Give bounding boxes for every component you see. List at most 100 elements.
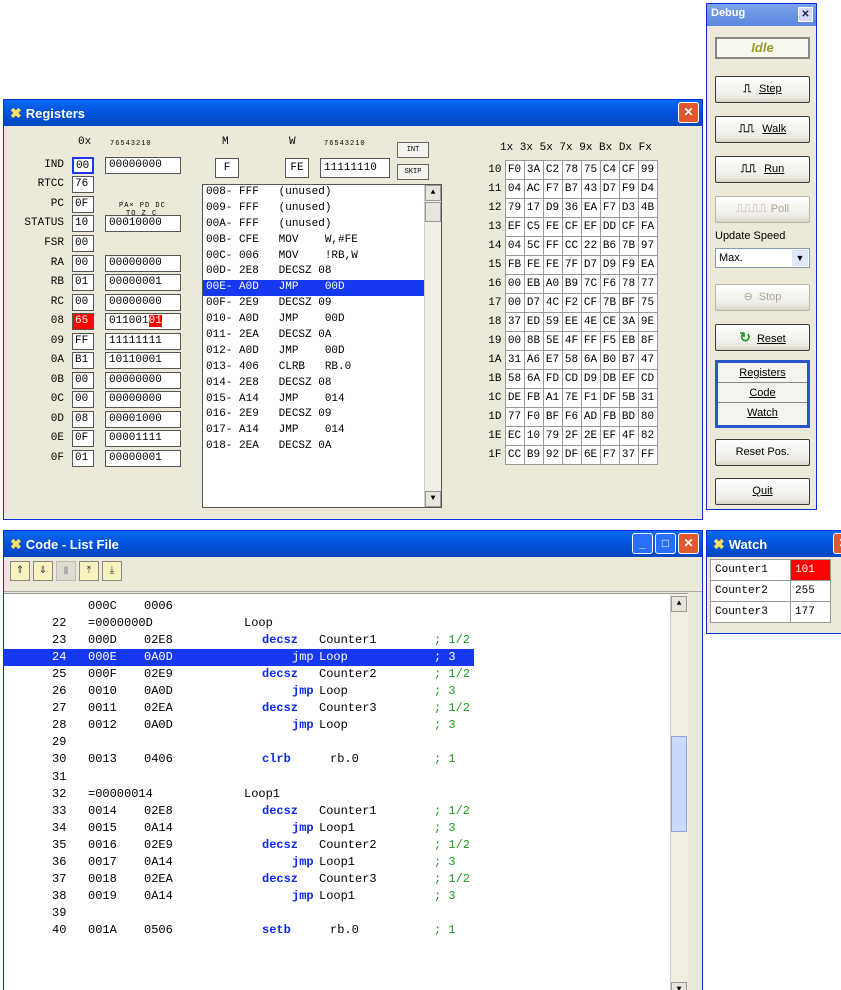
hex-cell[interactable]: EB [523, 274, 544, 294]
register-bits-field[interactable]: 00000001 [105, 450, 181, 467]
code-line[interactable]: 015- A14 JMP 014 [203, 392, 441, 408]
hex-cell[interactable]: FE [523, 255, 544, 275]
register-bits-field[interactable]: 11111111 [105, 333, 181, 350]
reset-button[interactable]: ↻ Reset [715, 324, 810, 351]
hex-cell[interactable]: F5 [599, 331, 620, 351]
hex-cell[interactable]: EE [561, 312, 582, 332]
w-bits-field[interactable]: 11111110 [320, 158, 390, 178]
code-line[interactable]: 00E- A0D JMP 00D [203, 280, 441, 297]
hex-cell[interactable]: 78 [561, 160, 582, 180]
hex-cell[interactable]: 4F [618, 426, 639, 446]
hex-cell[interactable]: 4C [542, 293, 563, 313]
hex-cell[interactable]: D7 [523, 293, 544, 313]
hex-cell[interactable]: BF [618, 293, 639, 313]
hex-cell[interactable]: F0 [504, 160, 525, 180]
code-scrollbar[interactable]: ▲ ▼ [424, 185, 441, 507]
register-bits-field[interactable]: 00000000 [105, 372, 181, 389]
watch-toggle[interactable]: Watch [718, 403, 807, 423]
register-hex-field[interactable]: 00 [72, 294, 94, 311]
hex-cell[interactable]: E7 [542, 350, 563, 370]
toolbar-last-icon[interactable]: ⤓ [102, 561, 122, 581]
list-line[interactable]: 39 [4, 905, 474, 922]
hex-cell[interactable]: FB [504, 255, 525, 275]
code-line[interactable]: 010- A0D JMP 00D [203, 312, 441, 328]
register-hex-field[interactable]: 76 [72, 176, 94, 193]
hex-cell[interactable]: EA [637, 255, 658, 275]
list-line[interactable]: 29 [4, 734, 474, 751]
hex-cell[interactable]: A0 [542, 274, 563, 294]
maximize-icon[interactable]: □ [655, 533, 676, 554]
hex-cell[interactable]: 04 [504, 179, 525, 199]
hex-cell[interactable]: FA [637, 217, 658, 237]
hex-cell[interactable]: F7 [542, 179, 563, 199]
hex-cell[interactable]: CF [618, 160, 639, 180]
chevron-down-icon[interactable]: ▼ [792, 250, 808, 266]
hex-cell[interactable]: D9 [599, 255, 620, 275]
hex-cell[interactable]: 37 [504, 312, 525, 332]
register-hex-field[interactable]: 00 [72, 391, 94, 408]
list-line[interactable]: 24 000E 0A0D jmp Loop ; 3 [4, 649, 474, 667]
hex-cell[interactable]: EB [618, 331, 639, 351]
list-line[interactable]: 32 =00000014 Loop1 [4, 786, 474, 803]
close-icon[interactable]: ✕ [833, 533, 841, 554]
register-bits-field[interactable]: 01100101 [105, 313, 181, 330]
hex-cell[interactable]: 22 [580, 236, 601, 256]
list-line[interactable]: 26 0010 0A0D jmp Loop ; 3 [4, 683, 474, 700]
list-line[interactable]: 33 0014 02E8 decsz Counter1 ; 1/2 [4, 803, 474, 820]
scroll-thumb[interactable] [425, 202, 441, 222]
toolbar-first-icon[interactable]: ⤒ [79, 561, 99, 581]
list-file-view[interactable]: 000C 0006 22 =0000000D Loop 23 000D 02E8 decsz Co… [4, 593, 688, 990]
register-hex-field[interactable]: B1 [72, 352, 94, 369]
watch-row[interactable]: Counter3 177 [710, 601, 831, 623]
hex-cell[interactable]: EF [618, 369, 639, 389]
hex-cell[interactable]: FD [542, 369, 563, 389]
hex-cell[interactable]: 8F [637, 331, 658, 351]
close-icon[interactable]: ✕ [678, 102, 699, 123]
register-bits-field[interactable]: 00000000 [105, 294, 181, 311]
hex-cell[interactable]: B7 [618, 350, 639, 370]
step-button[interactable]: ⎍ Step [715, 76, 810, 103]
hex-cell[interactable]: 77 [504, 407, 525, 427]
hex-cell[interactable]: DD [599, 217, 620, 237]
hex-cell[interactable]: A1 [542, 388, 563, 408]
hex-cell[interactable]: 82 [637, 426, 658, 446]
hex-cell[interactable]: C5 [523, 217, 544, 237]
hex-cell[interactable]: FE [542, 255, 563, 275]
hex-cell[interactable]: CD [561, 369, 582, 389]
register-bits-field[interactable]: 00000000 [105, 157, 181, 174]
poll-button[interactable]: ⎍⎍⎍⎍ Poll [715, 196, 810, 223]
speed-select[interactable]: Max. ▼ [715, 248, 810, 268]
reset-pos-button[interactable]: Reset Pos. [715, 439, 810, 466]
list-line[interactable]: 34 0015 0A14 jmp Loop1 ; 3 [4, 820, 474, 837]
register-hex-field[interactable]: 0F [72, 430, 94, 447]
hex-cell[interactable]: BD [618, 407, 639, 427]
register-hex-field[interactable]: 0F [72, 196, 94, 213]
hex-cell[interactable]: 00 [504, 274, 525, 294]
hex-cell[interactable]: EF [599, 426, 620, 446]
toolbar-next-icon[interactable]: ⇓ [33, 561, 53, 581]
hex-cell[interactable]: F0 [523, 407, 544, 427]
code-toggle[interactable]: Code [718, 383, 807, 403]
hex-cell[interactable]: BF [542, 407, 563, 427]
hex-cell[interactable]: 7C [580, 274, 601, 294]
list-line[interactable]: 30 0013 0406 clrb rb.0 ; 1 [4, 751, 474, 768]
code-line[interactable]: 00B- CFE MOV W,#FE [203, 233, 441, 249]
list-line[interactable]: 27 0011 02EA decsz Counter3 ; 1/2 [4, 700, 474, 717]
registers-toggle[interactable]: Registers [718, 363, 807, 383]
hex-cell[interactable]: 7E [561, 388, 582, 408]
code-listbox[interactable]: 008- FFF (unused) 009- FFF (unused) 00A- F… [202, 184, 442, 508]
list-line[interactable]: 40 001A 0506 setb rb.0 ; 1 [4, 922, 474, 939]
watch-titlebar[interactable]: ✖ Watch ✕ [707, 531, 841, 557]
code-line[interactable]: 00F- 2E9 DECSZ 09 [203, 296, 441, 312]
hex-cell[interactable]: 7B [599, 293, 620, 313]
hex-cell[interactable]: 5C [523, 236, 544, 256]
minimize-icon[interactable]: _ [632, 533, 653, 554]
register-bits-field[interactable]: 00001111 [105, 430, 181, 447]
watch-row[interactable]: Counter1 101 [710, 559, 831, 581]
hex-cell[interactable]: CC [561, 236, 582, 256]
register-bits-field[interactable]: 10110001 [105, 352, 181, 369]
code-line[interactable]: 009- FFF (unused) [203, 201, 441, 217]
list-line[interactable]: 38 0019 0A14 jmp Loop1 ; 3 [4, 888, 474, 905]
hex-cell[interactable]: 36 [561, 198, 582, 218]
register-hex-field[interactable]: 00 [72, 157, 94, 174]
